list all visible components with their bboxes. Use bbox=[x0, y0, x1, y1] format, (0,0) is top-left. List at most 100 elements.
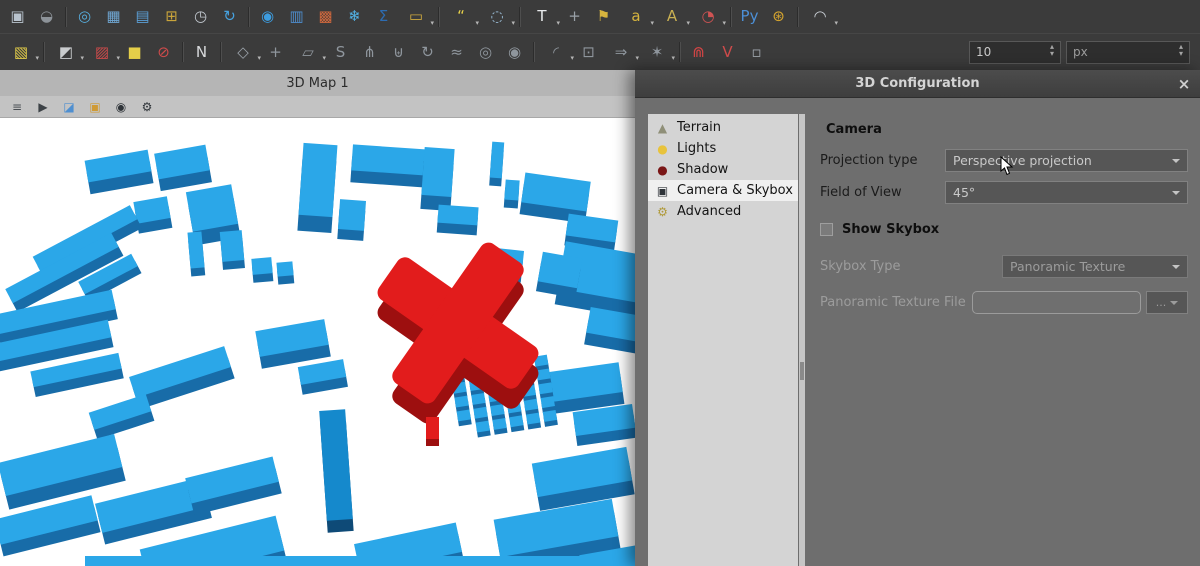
move-label-icon[interactable]: A ▾ bbox=[655, 4, 689, 30]
skybox-type-select[interactable]: Panoramic Texture bbox=[1002, 255, 1188, 278]
simplify-feature-icon[interactable]: ≈ ▾ bbox=[443, 39, 470, 65]
dropdown-arrow[interactable]: ▾ bbox=[635, 54, 639, 62]
new-3d-map-icon[interactable]: ◎ ▾ bbox=[71, 4, 98, 30]
temporal-controller-icon[interactable]: ◷ ▾ bbox=[187, 4, 214, 30]
deselect-icon[interactable]: ⊘ ▾ bbox=[150, 39, 177, 65]
3d-map-canvas[interactable] bbox=[0, 118, 635, 566]
move-annotation-icon[interactable]: + ▾ bbox=[561, 4, 588, 30]
select-features-icon[interactable]: ▧ ▾ bbox=[4, 39, 38, 65]
dropdown-arrow[interactable]: ▾ bbox=[650, 19, 654, 27]
unit-arrows[interactable]: ▴▾ bbox=[1179, 45, 1183, 59]
projection-type-select[interactable]: Perspective projection bbox=[945, 149, 1188, 172]
mesh-calculator-icon[interactable]: ▦ ▾ bbox=[100, 4, 127, 30]
layer-tree-icon[interactable]: ▤ ▾ bbox=[129, 4, 156, 30]
dropdown-arrow[interactable]: ▾ bbox=[257, 54, 261, 62]
close-icon[interactable]: × bbox=[1174, 74, 1194, 94]
attribute-table-icon[interactable]: ▥ ▾ bbox=[283, 4, 310, 30]
highlight-labels-icon[interactable]: a ▾ bbox=[619, 4, 653, 30]
nav-advanced[interactable]: ⚙ Advanced bbox=[648, 201, 798, 222]
show-skybox-checkbox[interactable] bbox=[820, 223, 833, 236]
dropdown-arrow[interactable]: ▾ bbox=[686, 19, 690, 27]
copy-features-icon[interactable]: ⊡ ▾ bbox=[575, 39, 602, 65]
tolerance-unit-select[interactable]: px ▴▾ bbox=[1066, 41, 1190, 64]
offset-curve-icon[interactable]: ◜ ▾ bbox=[539, 39, 573, 65]
topological-editing-icon[interactable]: V ▾ bbox=[714, 39, 741, 65]
raster-calculator-icon[interactable]: ▩ ▾ bbox=[312, 4, 339, 30]
nav-shadow[interactable]: ● Shadow bbox=[648, 159, 798, 180]
export-scene-icon[interactable]: ▣ bbox=[86, 98, 104, 116]
icon-glyph: ▩ bbox=[318, 9, 332, 24]
nav-lights[interactable]: ● Lights bbox=[648, 138, 798, 159]
new-shapefile-icon[interactable]: N ▾ bbox=[188, 39, 215, 65]
move-feature-icon[interactable]: + ▾ bbox=[262, 39, 289, 65]
plugin-manager-icon[interactable]: ⊛ ▾ bbox=[765, 4, 792, 30]
vertex-tool-icon[interactable]: ◇ ▾ bbox=[226, 39, 260, 65]
python-console-icon[interactable]: Py ▾ bbox=[736, 4, 763, 30]
identify-features-icon[interactable]: ◉ ▾ bbox=[254, 4, 281, 30]
icon-glyph: ⋔ bbox=[363, 45, 376, 60]
camera-control-icon[interactable]: ≡ bbox=[8, 98, 26, 116]
tolerance-box-icon[interactable]: ▫ ▾ bbox=[743, 39, 770, 65]
icon-glyph: “ bbox=[457, 9, 465, 24]
nav-camera-skybox[interactable]: ▣ Camera & Skybox bbox=[648, 180, 798, 201]
projection-type-value: Perspective projection bbox=[953, 153, 1092, 168]
spinbox-arrows[interactable]: ▴▾ bbox=[1050, 45, 1054, 59]
dropdown-arrow[interactable]: ▾ bbox=[80, 54, 84, 62]
processing-toolbox-icon[interactable]: ❄ ▾ bbox=[341, 4, 368, 30]
dropdown-arrow[interactable]: ▾ bbox=[671, 54, 675, 62]
merge-features-icon[interactable]: ⊎ ▾ bbox=[385, 39, 412, 65]
annotation-draw-icon[interactable]: ◠ ▾ bbox=[803, 4, 837, 30]
map-tips-icon[interactable]: “ ▾ bbox=[444, 4, 478, 30]
change-label-icon[interactable]: ◔ ▾ bbox=[691, 4, 725, 30]
save-as-image-icon[interactable]: ◪ bbox=[60, 98, 78, 116]
show-visibility-icon[interactable]: ◉ bbox=[112, 98, 130, 116]
dropdown-arrow[interactable]: ▾ bbox=[430, 19, 434, 27]
zoom-tool-icon[interactable]: ◌ ▾ bbox=[480, 4, 514, 30]
dropdown-arrow[interactable]: ▾ bbox=[35, 54, 39, 62]
nav-scrollbar-handle[interactable] bbox=[800, 362, 804, 380]
dropdown-arrow[interactable]: ▾ bbox=[834, 19, 838, 27]
rotate-point-symbols-icon[interactable]: ✶ ▾ bbox=[640, 39, 674, 65]
tolerance-spinbox[interactable]: 10 ▴▾ bbox=[969, 41, 1061, 64]
dialog-titlebar[interactable]: 3D Configuration × bbox=[635, 70, 1200, 98]
dropdown-arrow[interactable]: ▾ bbox=[475, 19, 479, 27]
show-skybox-label[interactable]: Show Skybox bbox=[842, 222, 939, 237]
add-ring-icon[interactable]: ◎ ▾ bbox=[472, 39, 499, 65]
browse-file-button[interactable]: ... bbox=[1146, 291, 1188, 314]
nav-scrollbar[interactable] bbox=[799, 114, 805, 566]
icon-glyph: ✶ bbox=[651, 45, 664, 60]
statistics-icon[interactable]: Σ ▾ bbox=[370, 4, 397, 30]
fill-ring-icon[interactable]: ◉ ▾ bbox=[501, 39, 528, 65]
field-of-view-select[interactable]: 45° bbox=[945, 181, 1188, 204]
select-by-value-icon[interactable]: ▨ ▾ bbox=[85, 39, 119, 65]
toolbar-separator: ▾ bbox=[62, 4, 69, 30]
rotate-feature-icon[interactable]: ↻ ▾ bbox=[414, 39, 441, 65]
reshape-icon[interactable]: S ▾ bbox=[327, 39, 354, 65]
refresh-map-icon[interactable]: ↻ ▾ bbox=[216, 4, 243, 30]
select-all-icon[interactable]: ■ ▾ bbox=[121, 39, 148, 65]
move-copy-feature-icon[interactable]: ⇒ ▾ bbox=[604, 39, 638, 65]
configure-icon[interactable]: ⚙ bbox=[138, 98, 156, 116]
nav-terrain[interactable]: ▲ Terrain bbox=[648, 117, 798, 138]
dropdown-arrow[interactable]: ▾ bbox=[556, 19, 560, 27]
icon-glyph: V bbox=[722, 45, 732, 60]
pin-labels-icon[interactable]: ⚑ ▾ bbox=[590, 4, 617, 30]
dropdown-arrow[interactable]: ▾ bbox=[322, 54, 326, 62]
dropdown-arrow[interactable]: ▾ bbox=[116, 54, 120, 62]
text-annotation-icon[interactable]: T ▾ bbox=[525, 4, 559, 30]
shape-digitize-icon[interactable]: ▱ ▾ bbox=[291, 39, 325, 65]
dropdown-arrow[interactable]: ▾ bbox=[511, 19, 515, 27]
globe-icon[interactable]: ◒ ▾ bbox=[33, 4, 60, 30]
animation-play-icon[interactable]: ▶ bbox=[34, 98, 52, 116]
measure-icon[interactable]: ▭ ▾ bbox=[399, 4, 433, 30]
toolbar-separator: ▾ bbox=[40, 39, 47, 65]
panoramic-texture-file-input[interactable] bbox=[972, 291, 1141, 314]
dropdown-arrow[interactable]: ▾ bbox=[570, 54, 574, 62]
dropdown-arrow[interactable]: ▾ bbox=[722, 19, 726, 27]
split-features-icon[interactable]: ⋔ ▾ bbox=[356, 39, 383, 65]
project-properties-icon[interactable]: ▣ ▾ bbox=[4, 4, 31, 30]
icon-glyph: ▱ bbox=[302, 45, 314, 60]
georeferencer-icon[interactable]: ⊞ ▾ bbox=[158, 4, 185, 30]
style-gradient-icon[interactable]: ◩ ▾ bbox=[49, 39, 83, 65]
snapping-magnet-icon[interactable]: ⋒ ▾ bbox=[685, 39, 712, 65]
